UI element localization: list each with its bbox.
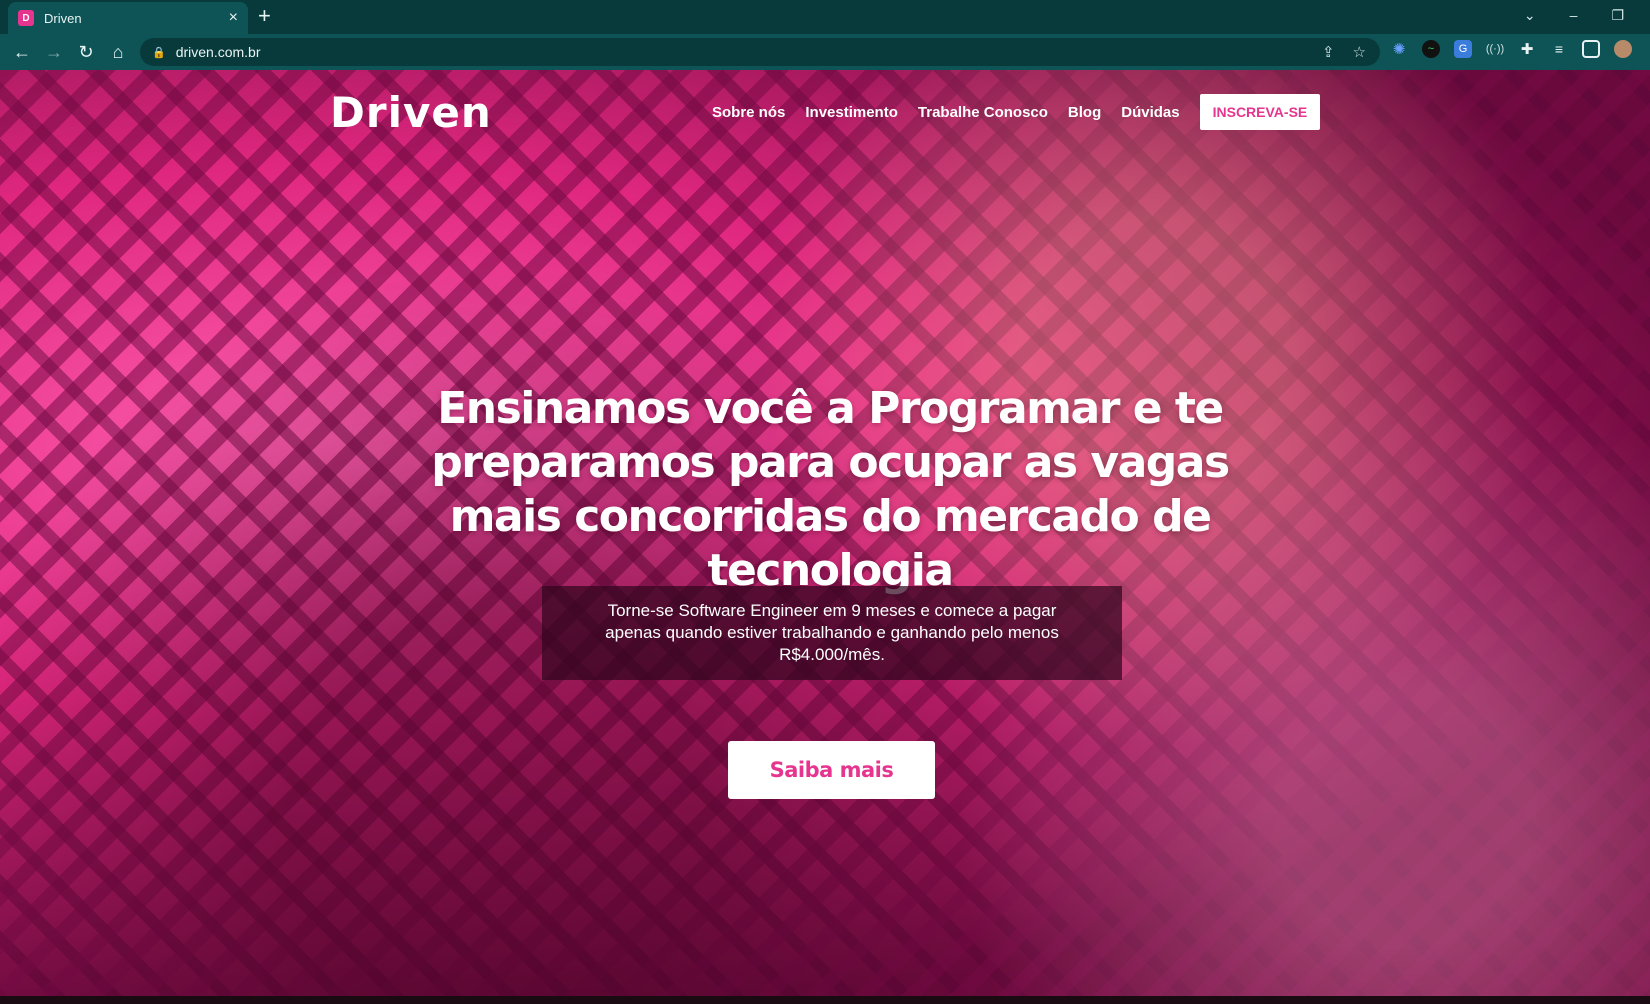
- home-icon[interactable]: ⌂: [102, 42, 134, 63]
- side-panel-icon[interactable]: [1582, 40, 1600, 58]
- minimize-button[interactable]: –: [1570, 7, 1578, 23]
- media-queue-icon[interactable]: ≡: [1550, 40, 1568, 58]
- nav-blog[interactable]: Blog: [1068, 104, 1101, 121]
- share-icon[interactable]: ⇪: [1322, 43, 1335, 61]
- extension-gear-icon[interactable]: ✺: [1390, 40, 1408, 58]
- browser-toolbar: ← → ↻ ⌂ 🔒 driven.com.br ⇪ ☆ ✺ ~ G ((·)) …: [0, 34, 1650, 70]
- tab-close-icon[interactable]: ×: [229, 9, 238, 27]
- extension-translate-icon[interactable]: G: [1454, 40, 1472, 58]
- profile-avatar[interactable]: [1614, 40, 1632, 58]
- driven-logo[interactable]: Driven: [330, 88, 492, 137]
- next-section-edge: [0, 996, 1650, 1004]
- nav-trabalhe-conosco[interactable]: Trabalhe Conosco: [918, 104, 1048, 121]
- driven-favicon-icon: D: [18, 10, 34, 26]
- tab-search-icon[interactable]: ⌄: [1524, 7, 1536, 24]
- saiba-mais-button[interactable]: Saiba mais: [728, 741, 935, 799]
- browser-tabbar: D Driven × + ⌄ – ❐: [0, 0, 1650, 34]
- hero-subtitle: Torne-se Software Engineer em 9 meses e …: [605, 601, 1059, 664]
- nav-duvidas[interactable]: Dúvidas: [1121, 104, 1179, 121]
- main-nav: Sobre nós Investimento Trabalhe Conosco …: [712, 94, 1321, 130]
- restore-button[interactable]: ❐: [1611, 7, 1624, 24]
- bookmark-star-icon[interactable]: ☆: [1353, 43, 1366, 61]
- url-text: driven.com.br: [175, 44, 261, 60]
- address-bar[interactable]: 🔒 driven.com.br ⇪ ☆: [140, 38, 1380, 66]
- lock-icon[interactable]: 🔒: [152, 46, 166, 59]
- browser-tab[interactable]: D Driven ×: [8, 2, 248, 34]
- back-icon[interactable]: ←: [6, 42, 38, 63]
- extensions-bar: ✺ ~ G ((·)) ✚ ≡: [1390, 40, 1632, 58]
- hero-title: Ensinamos você a Programar e te preparam…: [431, 383, 1230, 596]
- inscreva-se-button[interactable]: INSCREVA-SE: [1199, 94, 1321, 130]
- extension-monitor-icon[interactable]: ~: [1422, 40, 1440, 58]
- window-controls: ⌄ – ❐: [1524, 0, 1642, 30]
- new-tab-button[interactable]: +: [258, 5, 271, 27]
- extension-cast-icon[interactable]: ((·)): [1486, 40, 1504, 58]
- extensions-puzzle-icon[interactable]: ✚: [1518, 40, 1536, 58]
- forward-icon[interactable]: →: [38, 42, 70, 63]
- nav-sobre-nos[interactable]: Sobre nós: [712, 104, 785, 121]
- page-viewport: Driven Sobre nós Investimento Trabalhe C…: [0, 70, 1650, 1004]
- tab-title: Driven: [44, 10, 82, 26]
- reload-icon[interactable]: ↻: [70, 42, 102, 63]
- site-header: Driven Sobre nós Investimento Trabalhe C…: [0, 70, 1650, 150]
- nav-investimento[interactable]: Investimento: [805, 104, 898, 121]
- hero-subtitle-box: Torne-se Software Engineer em 9 meses e …: [542, 586, 1122, 680]
